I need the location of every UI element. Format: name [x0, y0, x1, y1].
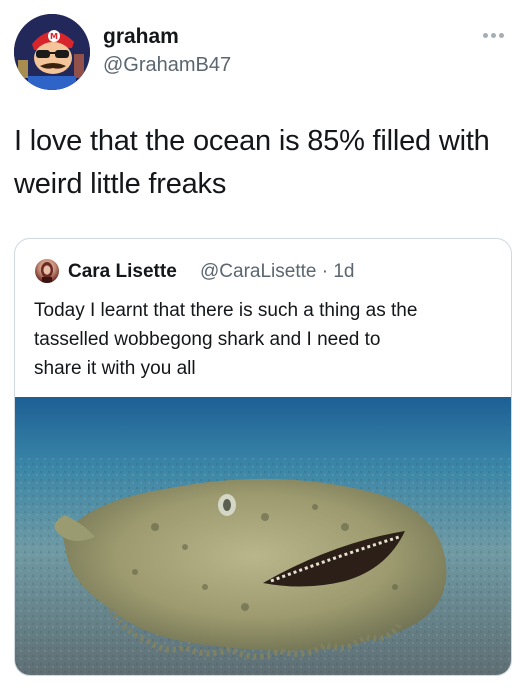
tweet-text: I love that the ocean is 85% filled with… [14, 120, 514, 206]
quoted-text-line: share it with you all [34, 358, 196, 379]
tweet-text-line: I love that the ocean is 85% filled with [14, 125, 490, 157]
quoted-author-avatar[interactable] [35, 259, 59, 283]
quoted-text-line: Today I learnt that there is such a thin… [34, 300, 418, 321]
author-name[interactable]: graham [103, 25, 179, 49]
wobbegong-shark-photo [15, 397, 511, 675]
author-handle[interactable]: @GrahamB47 [103, 54, 231, 77]
quoted-tweet-text: Today I learnt that there is such a thin… [34, 296, 504, 383]
person-avatar-icon [41, 262, 53, 283]
quoted-author-name[interactable]: Cara Lisette [68, 261, 177, 283]
author-avatar[interactable]: M [14, 14, 90, 90]
ellipsis-icon[interactable] [483, 28, 513, 42]
dot [483, 32, 488, 38]
quoted-tweet-card[interactable]: Cara Lisette @CaraLisette · 1d Today I l… [14, 238, 512, 676]
quoted-media-image[interactable] [15, 397, 511, 675]
quoted-handle-time[interactable]: @CaraLisette · 1d [200, 261, 354, 283]
mario-avatar-icon: M [14, 14, 90, 90]
svg-text:M: M [50, 32, 58, 41]
tweet-text-line: weird little freaks [14, 168, 227, 200]
dot [499, 32, 504, 38]
dot [491, 32, 496, 38]
quoted-text-line: tasselled wobbegong shark and I need to [34, 329, 381, 350]
tweet[interactable]: M graham @GrahamB47 I love that the ocea… [0, 0, 526, 689]
